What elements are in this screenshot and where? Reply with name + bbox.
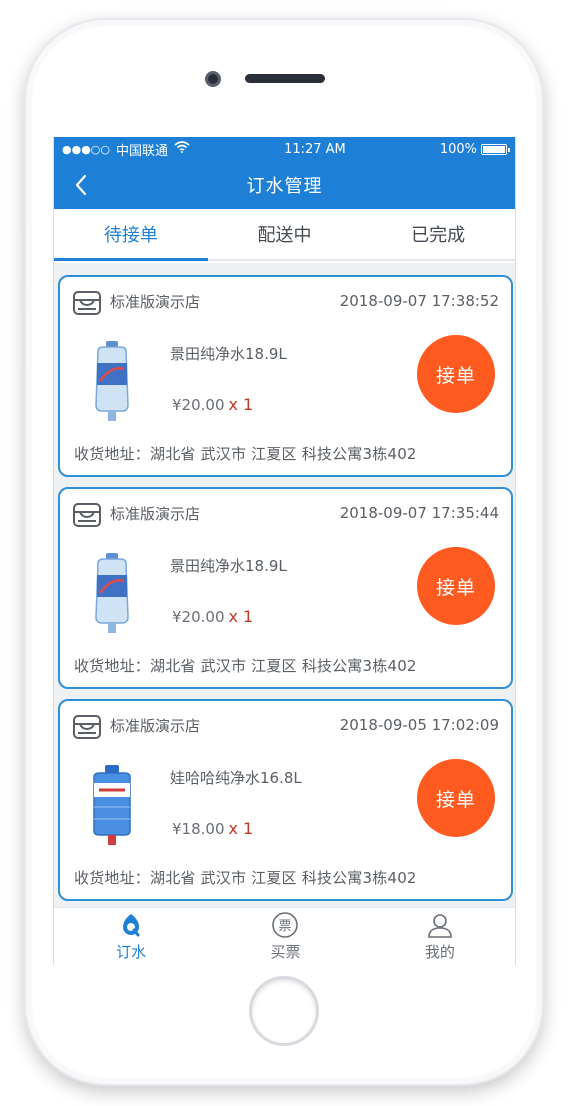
page-title: 订水管理 xyxy=(246,176,323,197)
tab-completed[interactable]: 已完成 xyxy=(361,209,515,259)
accept-order-button[interactable]: 接单 xyxy=(417,547,495,625)
store-icon xyxy=(73,503,101,527)
water-bottle-image xyxy=(95,341,129,421)
carrier-name: 中国联通 xyxy=(116,143,169,159)
product-name: 景田纯净水18.9L xyxy=(170,345,287,363)
back-button[interactable] xyxy=(68,171,94,199)
product-name: 娃哈哈纯净水16.8L xyxy=(170,769,302,787)
battery-icon xyxy=(481,143,510,155)
tab-pending[interactable]: 待接单 xyxy=(54,209,208,261)
earpiece-speaker xyxy=(245,74,325,83)
accept-order-button[interactable]: 接单 xyxy=(417,335,495,413)
unit-price: ¥18.00 xyxy=(172,820,225,838)
delivery-address: 收货地址：湖北省 武汉市 江夏区 科技公寓3栋402 xyxy=(74,657,417,675)
chevron-left-icon xyxy=(75,174,87,196)
quantity: x 1 xyxy=(228,607,254,626)
store-name: 标准版演示店 xyxy=(110,293,201,311)
store-name: 标准版演示店 xyxy=(110,505,201,523)
order-time: 2018-09-05 17:02:09 xyxy=(339,716,499,734)
tabbar-label: 买票 xyxy=(270,943,301,961)
nav-bar: 订水管理 xyxy=(54,161,515,209)
store-icon xyxy=(73,715,101,739)
battery-percent: 100% xyxy=(439,141,477,157)
water-drop-icon xyxy=(117,911,145,939)
order-status-tabs: 待接单 配送中 已完成 xyxy=(54,209,515,261)
water-bottle-image xyxy=(93,765,131,845)
unit-price: ¥20.00 xyxy=(172,608,225,626)
unit-price: ¥20.00 xyxy=(172,396,225,414)
wifi-icon xyxy=(174,141,190,157)
water-bottle-image xyxy=(95,553,129,633)
front-camera xyxy=(205,71,221,87)
store-icon xyxy=(73,291,101,315)
signal-strength: ●●●○○ xyxy=(62,142,110,156)
price-line: ¥20.00 x 1 xyxy=(172,607,253,626)
order-time: 2018-09-07 17:38:52 xyxy=(339,292,499,310)
product-name: 景田纯净水18.9L xyxy=(170,557,287,575)
app-screen: ●●●○○ 中国联通 11:27 AM 100% 订水管理 待接单 配送中 已完… xyxy=(53,137,516,965)
power-button xyxy=(543,240,546,310)
user-icon xyxy=(426,911,454,939)
price-line: ¥18.00 x 1 xyxy=(172,819,253,838)
bottom-tab-bar: 订水 票 买票 我的 xyxy=(54,907,515,965)
ticket-icon: 票 xyxy=(271,911,299,939)
tabbar-item-profile[interactable]: 我的 xyxy=(363,908,515,965)
order-card[interactable]: 标准版演示店 2018-09-05 17:02:09 娃哈哈纯净水16.8L ¥… xyxy=(58,699,513,901)
order-card[interactable]: 标准版演示店 2018-09-07 17:35:44 景田纯净水18.9L ¥2… xyxy=(58,487,513,689)
ticket-icon-glyph: 票 xyxy=(279,919,292,934)
tabbar-label: 我的 xyxy=(424,943,455,961)
order-card[interactable]: 标准版演示店 2018-09-07 17:38:52 景田纯净水18.9L ¥2… xyxy=(58,275,513,477)
status-bar: ●●●○○ 中国联通 11:27 AM 100% xyxy=(54,137,515,161)
mute-switch xyxy=(22,226,25,286)
price-line: ¥20.00 x 1 xyxy=(172,395,253,414)
tabbar-item-buy-ticket[interactable]: 票 买票 xyxy=(208,908,362,965)
tabbar-label: 订水 xyxy=(116,943,147,961)
tab-delivering[interactable]: 配送中 xyxy=(208,209,362,259)
clock: 11:27 AM xyxy=(284,141,346,157)
order-list[interactable]: 标准版演示店 2018-09-07 17:38:52 景田纯净水18.9L ¥2… xyxy=(54,263,515,907)
store-name: 标准版演示店 xyxy=(110,717,201,735)
delivery-address: 收货地址：湖北省 武汉市 江夏区 科技公寓3栋402 xyxy=(74,445,417,463)
order-time: 2018-09-07 17:35:44 xyxy=(339,504,499,522)
accept-order-button[interactable]: 接单 xyxy=(417,759,495,837)
quantity: x 1 xyxy=(228,395,254,414)
delivery-address: 收货地址：湖北省 武汉市 江夏区 科技公寓3栋402 xyxy=(74,869,417,887)
volume-button xyxy=(22,310,25,370)
quantity: x 1 xyxy=(228,819,254,838)
home-button[interactable] xyxy=(249,976,319,1046)
tabbar-item-order-water[interactable]: 订水 xyxy=(54,908,208,965)
